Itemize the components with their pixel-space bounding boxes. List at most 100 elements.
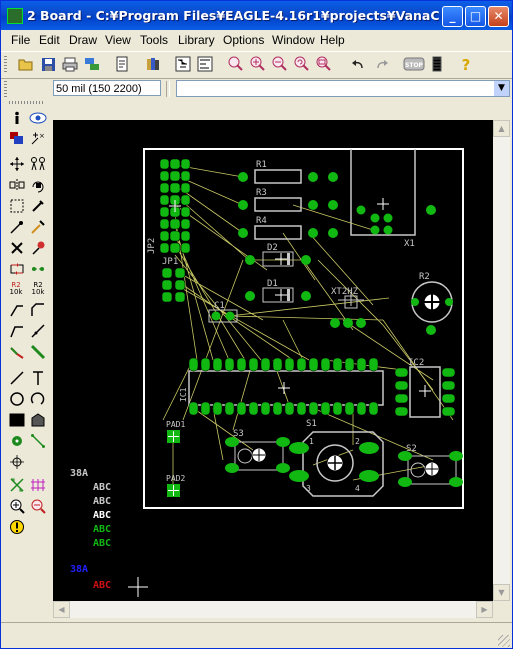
library-icon[interactable] xyxy=(144,55,162,73)
pinswap-icon[interactable] xyxy=(29,239,47,257)
scroll-up-icon[interactable]: ▲ xyxy=(493,120,510,137)
c1-label: C1 xyxy=(214,301,225,311)
board-canvas[interactable]: JP2 JP1 R1 R3 R4 X1 D2 D1 R2 XT2HZ C1 IC… xyxy=(53,120,493,601)
command-line-input[interactable]: ▼ xyxy=(176,80,510,97)
sidebar-grip[interactable] xyxy=(9,101,45,104)
ripup-icon[interactable] xyxy=(29,322,47,340)
board-icon[interactable] xyxy=(196,55,214,73)
rect-icon[interactable] xyxy=(8,411,26,429)
diode-d1: D1 xyxy=(245,279,311,303)
resize-grip[interactable] xyxy=(498,635,510,647)
arc-icon[interactable] xyxy=(29,390,47,408)
svg-text:?: ? xyxy=(462,56,471,72)
print-icon[interactable] xyxy=(61,55,79,73)
redo-icon[interactable] xyxy=(373,55,391,73)
optimize-icon[interactable] xyxy=(29,301,47,319)
pad-icon[interactable] xyxy=(29,432,47,450)
add-icon[interactable] xyxy=(8,239,26,257)
stop-icon[interactable]: STOP xyxy=(403,55,425,73)
script-icon[interactable] xyxy=(113,55,131,73)
paste-icon[interactable] xyxy=(8,218,26,236)
minimize-button[interactable]: _ xyxy=(442,6,463,27)
show-icon[interactable] xyxy=(29,109,47,127)
via-icon[interactable] xyxy=(8,432,26,450)
menu-window[interactable]: Window xyxy=(272,33,315,47)
scroll-right-icon[interactable]: ▶ xyxy=(476,601,493,618)
mark-icon[interactable]: × xyxy=(29,129,47,147)
menu-bar: File Edit Draw View Tools Library Option… xyxy=(1,30,512,50)
menu-tools[interactable]: Tools xyxy=(140,33,168,47)
rotate-icon[interactable] xyxy=(29,176,47,194)
zoom-select-icon[interactable] xyxy=(315,55,333,73)
close-button[interactable]: ✕ xyxy=(488,6,509,27)
scroll-down-icon[interactable]: ▼ xyxy=(493,584,510,601)
auto-icon[interactable] xyxy=(29,476,47,494)
circle-icon[interactable] xyxy=(8,390,26,408)
wire-icon[interactable] xyxy=(8,343,26,361)
menu-draw[interactable]: Draw xyxy=(69,33,97,47)
parambar-grip[interactable] xyxy=(4,81,7,97)
hole-icon[interactable] xyxy=(8,453,26,471)
signal-icon[interactable] xyxy=(29,343,47,361)
legend-abc-2: ABC xyxy=(93,496,111,507)
r1-label: R1 xyxy=(256,160,267,170)
help-icon[interactable]: ? xyxy=(457,55,475,73)
menu-options[interactable]: Options xyxy=(223,33,264,47)
zoom-out-icon[interactable] xyxy=(271,55,289,73)
zoom-in-icon[interactable] xyxy=(249,55,267,73)
eagle-app-icon[interactable] xyxy=(7,8,23,24)
switch-s3: S3 xyxy=(225,429,290,473)
info-icon[interactable] xyxy=(8,109,26,127)
menu-file[interactable]: File xyxy=(11,33,30,47)
copy-icon[interactable] xyxy=(29,155,47,173)
replace-icon[interactable] xyxy=(8,260,26,278)
gateswap-icon[interactable] xyxy=(29,260,47,278)
route-icon[interactable] xyxy=(8,322,26,340)
change-icon[interactable] xyxy=(29,197,47,215)
ratsnest-icon[interactable] xyxy=(8,476,26,494)
crystal-xt: XT2HZ xyxy=(330,287,366,328)
value-label-b: 10k xyxy=(31,288,45,296)
value-icon[interactable]: R2 10k xyxy=(29,280,47,298)
r3-label: R3 xyxy=(256,188,267,198)
save-icon[interactable] xyxy=(39,55,57,73)
polygon-icon[interactable] xyxy=(29,411,47,429)
s3-label: S3 xyxy=(233,429,244,439)
errors2-icon[interactable] xyxy=(8,518,26,536)
horizontal-scrollbar[interactable]: ◀ ▶ xyxy=(53,601,493,618)
s1-pin4: 4 xyxy=(355,484,360,493)
move-icon[interactable] xyxy=(8,155,26,173)
delete-icon[interactable] xyxy=(29,218,47,236)
open-icon[interactable] xyxy=(17,55,35,73)
drc-icon[interactable] xyxy=(8,497,26,515)
text-icon[interactable] xyxy=(29,369,47,387)
jp1-label: JP1 xyxy=(162,257,178,267)
maximize-button[interactable]: □ xyxy=(465,6,486,27)
title-bar[interactable]: 2 Board - C:¥Program Files¥EAGLE-4.16r1¥… xyxy=(1,1,512,30)
display-icon[interactable] xyxy=(8,129,26,147)
cam-icon[interactable] xyxy=(83,55,101,73)
mirror-icon[interactable] xyxy=(8,176,26,194)
command-history-dropdown-icon[interactable]: ▼ xyxy=(494,81,509,96)
split-icon[interactable] xyxy=(8,301,26,319)
zoom-fit-icon[interactable] xyxy=(227,55,245,73)
resistor-r4: R4 xyxy=(238,216,318,240)
menu-view[interactable]: View xyxy=(105,33,131,47)
menu-edit[interactable]: Edit xyxy=(39,33,60,47)
go-icon[interactable] xyxy=(428,55,446,73)
vertical-scrollbar[interactable]: ▲ ▼ xyxy=(493,120,510,601)
zoom-redraw-icon[interactable] xyxy=(293,55,311,73)
scroll-left-icon[interactable]: ◀ xyxy=(53,601,70,618)
window-title: 2 Board - C:¥Program Files¥EAGLE-4.16r1¥… xyxy=(27,8,439,23)
menu-library[interactable]: Library xyxy=(178,33,215,47)
schematic-icon[interactable] xyxy=(174,55,192,73)
undo-icon[interactable] xyxy=(349,55,367,73)
legend-abc-3: ABC xyxy=(93,510,111,521)
toolbar-grip[interactable] xyxy=(4,56,7,74)
smash-icon[interactable]: R2 10k xyxy=(7,280,25,298)
line-icon[interactable] xyxy=(8,369,26,387)
group-icon[interactable] xyxy=(8,197,26,215)
errors-icon[interactable] xyxy=(29,497,47,515)
legend-blue: 38A xyxy=(70,564,88,575)
menu-help[interactable]: Help xyxy=(320,33,345,47)
